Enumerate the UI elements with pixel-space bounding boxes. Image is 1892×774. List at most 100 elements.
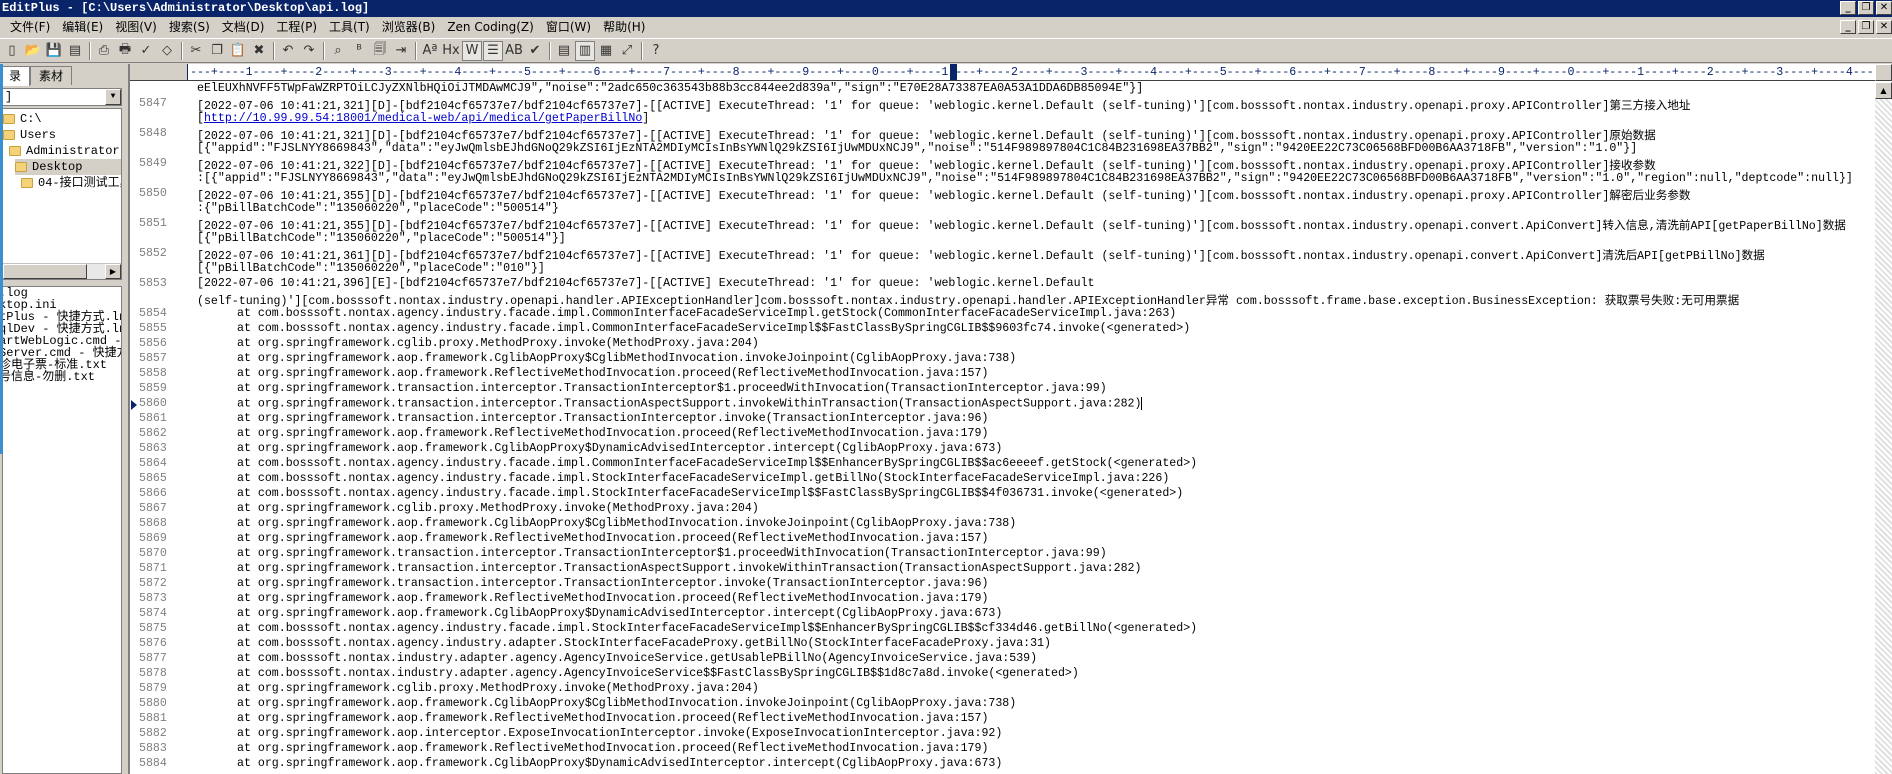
drive-select[interactable]: ] ▼ — [2, 88, 122, 106]
close-button[interactable]: ✕ — [1876, 1, 1892, 15]
tree-node[interactable]: Desktop — [15, 159, 121, 175]
print-button[interactable]: 🖶 — [115, 41, 135, 61]
text-line[interactable]: 5847 [2022-07-06 10:41:21,321][D]-[bdf210… — [130, 97, 1875, 113]
menu-item-7[interactable]: 浏览器(B) — [376, 17, 442, 37]
text-line[interactable]: 5853 [2022-07-06 10:41:21,396][E]-[bdf210… — [130, 277, 1875, 292]
text-line[interactable]: [{"appid":"FJSLNYY8669843","data":"eyJwQ… — [130, 142, 1875, 157]
tab-cliptext[interactable]: 素材 — [30, 66, 73, 85]
text-line[interactable]: 5873 at org.springframework.aop.framewor… — [130, 592, 1875, 607]
text-line[interactable]: 5866 at com.bosssoft.nontax.agency.indus… — [130, 487, 1875, 502]
find-in-files-button[interactable]: 🗐 — [370, 41, 390, 61]
menu-item-3[interactable]: 搜索(S) — [163, 17, 216, 37]
text-line[interactable]: 5879 at org.springframework.cglib.proxy.… — [130, 682, 1875, 697]
text-line[interactable]: 5851 [2022-07-06 10:41:21,355][D]-[bdf210… — [130, 217, 1875, 233]
text-line[interactable]: 5858 at org.springframework.aop.framewor… — [130, 367, 1875, 382]
text-line[interactable]: eElEUXhNVFF5TWpFaWZRPTOiLCJyZXNlbHQiOiJT… — [130, 82, 1875, 97]
minimize-button[interactable]: _ — [1840, 1, 1856, 15]
menu-item-9[interactable]: 窗口(W) — [540, 17, 597, 37]
text-line[interactable]: 5881 at org.springframework.aop.framewor… — [130, 712, 1875, 727]
undo-button[interactable]: ↶ — [278, 41, 298, 61]
output-window-button[interactable]: ▦ — [596, 41, 616, 61]
tree-horizontal-scrollbar[interactable]: ▶ — [3, 263, 121, 279]
text-line[interactable]: [{"pBillBatchCode":"135060220","placeCod… — [130, 232, 1875, 247]
text-line[interactable]: [{"pBillBatchCode":"135060220","placeCod… — [130, 262, 1875, 277]
text-line[interactable]: 5876 at com.bosssoft.nontax.agency.indus… — [130, 637, 1875, 652]
text-line[interactable]: 5856 at org.springframework.cglib.proxy.… — [130, 337, 1875, 352]
tree-node[interactable]: 04-接口测试工具 — [21, 175, 121, 191]
text-line[interactable]: (self-tuning)'][com.bosssoft.nontax.indu… — [130, 292, 1875, 308]
text-line[interactable]: 5883 at org.springframework.aop.framewor… — [130, 742, 1875, 757]
text-line[interactable]: 5867 at org.springframework.cglib.proxy.… — [130, 502, 1875, 517]
text-line[interactable]: :{"pBillBatchCode":"135060220","placeCod… — [130, 202, 1875, 217]
text-line[interactable]: 5871 at org.springframework.transaction.… — [130, 562, 1875, 577]
restore-button[interactable]: ❐ — [1858, 1, 1874, 15]
text-line[interactable]: 5857 at org.springframework.aop.framewor… — [130, 352, 1875, 367]
doc-restore-button[interactable]: ❐ — [1858, 20, 1874, 34]
menu-item-5[interactable]: 工程(P) — [270, 17, 323, 37]
text-line[interactable]: 5869 at org.springframework.aop.framewor… — [130, 532, 1875, 547]
vertical-scrollbar[interactable]: ▲ — [1875, 82, 1892, 774]
goto-line-button[interactable]: ⇥ — [391, 41, 411, 61]
menu-item-6[interactable]: 工具(T) — [323, 17, 376, 37]
text-line[interactable]: 5862 at org.springframework.aop.framewor… — [130, 427, 1875, 442]
text-line[interactable]: [http://10.99.99.54:18001/medical-web/ap… — [130, 112, 1875, 127]
line-number-button[interactable]: ☰ — [483, 40, 503, 61]
menu-item-2[interactable]: 视图(V) — [109, 17, 163, 37]
text-line[interactable]: 5874 at org.springframework.aop.framewor… — [130, 607, 1875, 622]
text-line[interactable]: 5849 [2022-07-06 10:41:21,322][D]-[bdf210… — [130, 157, 1875, 173]
text-line[interactable]: 5872 at org.springframework.transaction.… — [130, 577, 1875, 592]
tree-node[interactable]: C:\ — [3, 111, 42, 127]
copy-button[interactable]: ❐ — [207, 41, 227, 61]
menu-item-1[interactable]: 编辑(E) — [56, 17, 109, 37]
editor[interactable]: ---+----1----+----2----+----3----+----4-… — [128, 64, 1892, 774]
text-line[interactable]: 5880 at org.springframework.aop.framewor… — [130, 697, 1875, 712]
tab-directory[interactable]: 录 — [0, 66, 31, 86]
text-line[interactable]: 5868 at org.springframework.aop.framewor… — [130, 517, 1875, 532]
cliptext-window-button[interactable]: ▥ — [575, 40, 595, 61]
text-line[interactable]: 5848 [2022-07-06 10:41:21,321][D]-[bdf210… — [130, 127, 1875, 143]
word-wrap-button[interactable]: W — [462, 40, 482, 61]
redo-button[interactable]: ↷ — [299, 41, 319, 61]
browser-preview-button[interactable]: ◇ — [157, 41, 177, 61]
scroll-up-icon[interactable]: ▲ — [1875, 82, 1892, 99]
menu-item-4[interactable]: 文档(D) — [216, 17, 271, 37]
print-preview-button[interactable]: ⎙ — [94, 41, 114, 61]
paste-button[interactable]: 📋 — [228, 41, 248, 61]
text-line[interactable]: 5863 at org.springframework.aop.framewor… — [130, 442, 1875, 457]
save-all-button[interactable]: ▤ — [65, 41, 85, 61]
save-button[interactable]: 💾 — [44, 41, 64, 61]
spell-check-button[interactable]: ✓ — [136, 41, 156, 61]
text-line[interactable]: 5870 at org.springframework.transaction.… — [130, 547, 1875, 562]
file-item[interactable]: 号信息-勿删.txt — [3, 371, 121, 383]
text-area[interactable]: eElEUXhNVFF5TWpFaWZRPTOiLCJyZXNlbHQiOiJT… — [130, 82, 1875, 774]
open-folder-button[interactable]: 📂 — [23, 41, 43, 61]
text-line[interactable]: 5865 at com.bosssoft.nontax.agency.indus… — [130, 472, 1875, 487]
text-line[interactable]: 5859 at org.springframework.transaction.… — [130, 382, 1875, 397]
doc-close-button[interactable]: ✕ — [1876, 20, 1892, 34]
chevron-down-icon[interactable]: ▼ — [105, 89, 121, 105]
menu-item-0[interactable]: 文件(F) — [4, 17, 56, 37]
cut-button[interactable]: ✂ — [186, 41, 206, 61]
tree-node[interactable]: Users — [3, 127, 56, 143]
column-select-button[interactable]: AB — [504, 41, 524, 61]
text-line[interactable]: 5850 [2022-07-06 10:41:21,355][D]-[bdf210… — [130, 187, 1875, 203]
url-link[interactable]: http://10.99.99.54:18001/medical-web/api… — [204, 112, 642, 125]
text-line[interactable]: 5877 at com.bosssoft.nontax.industry.ada… — [130, 652, 1875, 667]
new-file-button[interactable]: ▯ — [2, 41, 22, 61]
menu-item-8[interactable]: Zen Coding(Z) — [441, 17, 540, 37]
check-button[interactable]: ✔ — [525, 41, 545, 61]
doc-minimize-button[interactable]: _ — [1840, 20, 1856, 34]
scroll-right-icon[interactable]: ▶ — [105, 264, 121, 279]
text-line[interactable]: 5882 at org.springframework.aop.intercep… — [130, 727, 1875, 742]
font-button[interactable]: Aª — [420, 41, 440, 61]
text-line[interactable]: 5884 at org.springframework.aop.framewor… — [130, 757, 1875, 772]
find-button[interactable]: ⌕ — [328, 41, 348, 61]
text-line[interactable]: 5878 at com.bosssoft.nontax.industry.ada… — [130, 667, 1875, 682]
text-line[interactable]: 5875 at com.bosssoft.nontax.agency.indus… — [130, 622, 1875, 637]
help-button[interactable]: ? — [646, 41, 666, 61]
replace-button[interactable]: ᴮ — [349, 41, 369, 61]
tree-node[interactable]: Administrator — [9, 143, 120, 159]
directory-window-button[interactable]: ▤ — [554, 41, 574, 61]
delete-button[interactable]: ✖ — [249, 41, 269, 61]
text-line[interactable]: 5861 at org.springframework.transaction.… — [130, 412, 1875, 427]
